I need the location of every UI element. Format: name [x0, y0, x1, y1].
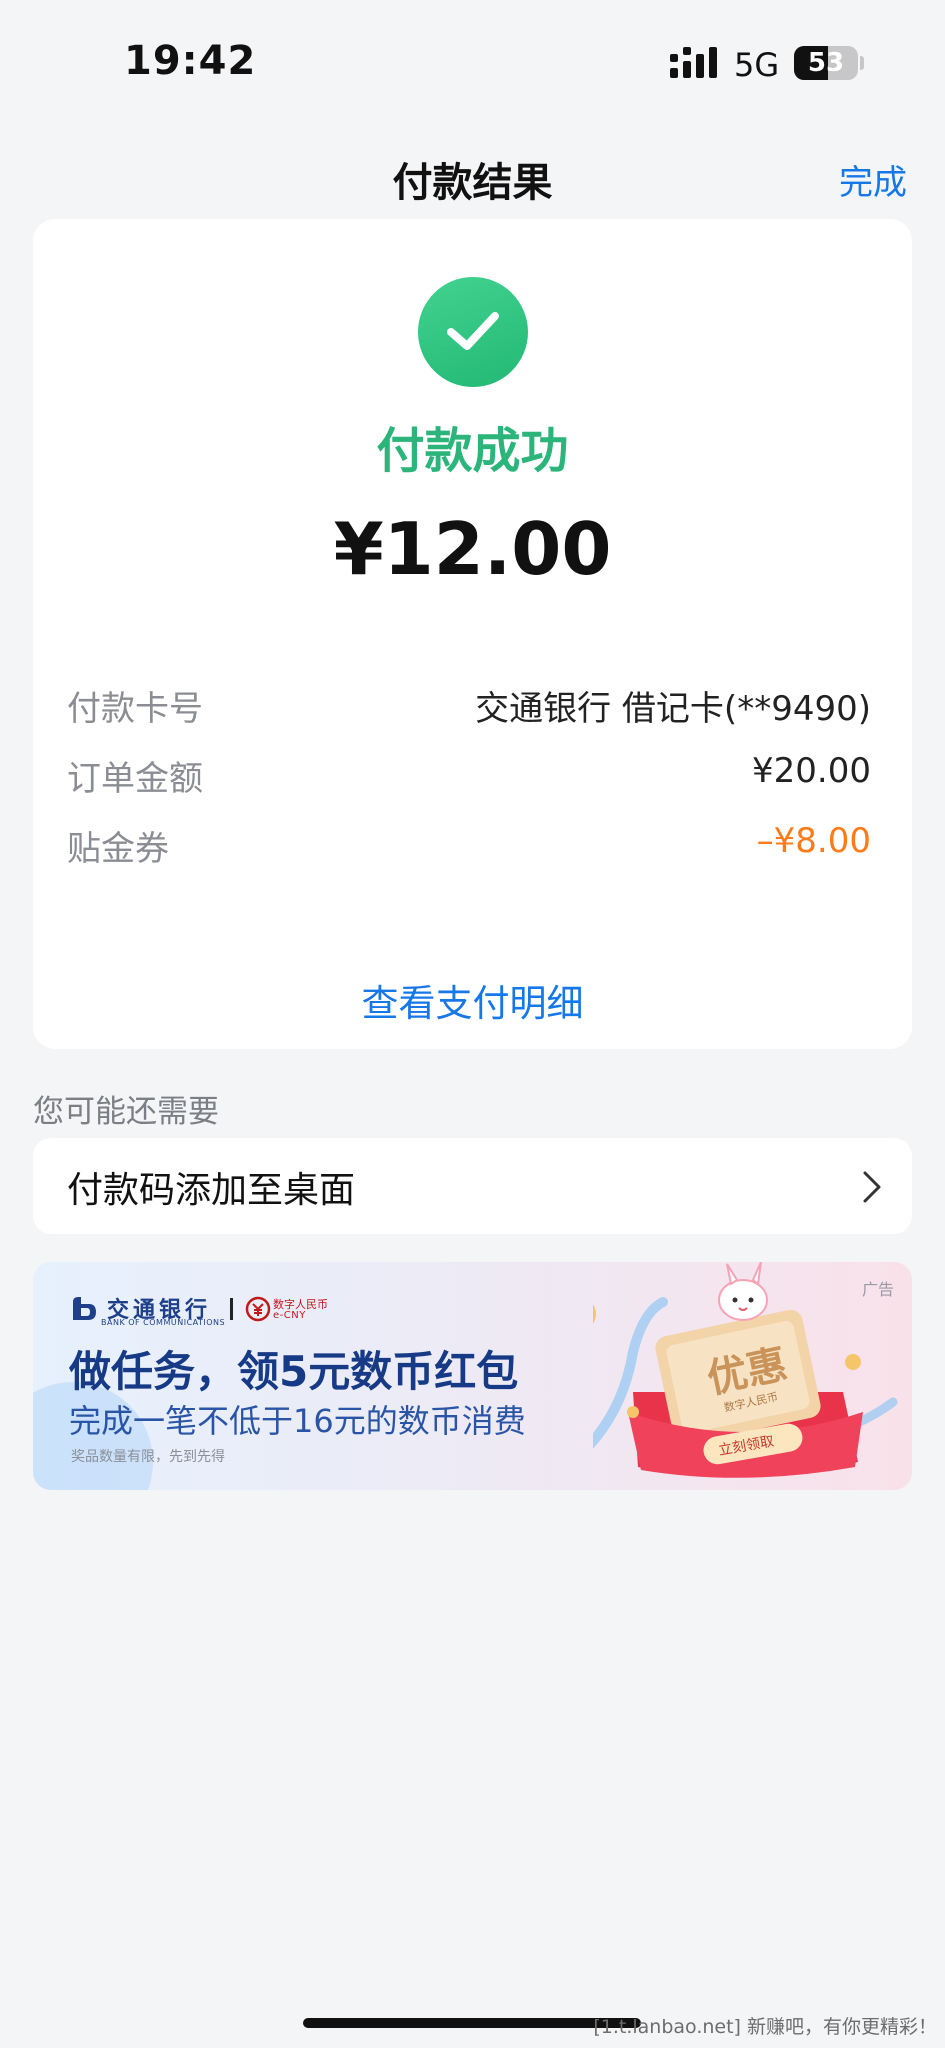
payment-status-text: 付款成功 [376, 423, 569, 479]
payment-result-card: 付款成功 ¥12.00 付款卡号 交通银行 借记卡(**9490) 订单金额 ¥… [33, 219, 912, 1049]
watermark-text: [1.t.lanbao.net] 新赚吧，有你更精彩！ [593, 2016, 937, 2038]
detail-label: 订单金额 [67, 759, 203, 799]
ad-footnote: 奖品数量有限，先到先得 [71, 1449, 225, 1465]
done-button[interactable]: 完成 [839, 155, 907, 204]
bank-name-en: BANK OF COMMUNICATIONS [101, 1318, 226, 1327]
detail-row-coupon: 贴金券 –¥8.00 [67, 821, 871, 871]
detail-value: 交通银行 借记卡(**9490) [475, 689, 871, 729]
payment-amount: ¥12.00 [333, 507, 612, 591]
ad-banner[interactable]: 广告 交通银行 BANK OF COMMUNICATIONS 数字人民币 e-C… [33, 1262, 912, 1490]
detail-value: ¥20.00 [752, 751, 871, 791]
ecny-name-en: e-CNY [273, 1310, 306, 1321]
check-circle-icon [418, 277, 528, 387]
detail-label: 付款卡号 [67, 689, 203, 729]
logo-divider [230, 1298, 233, 1320]
ad-headline: 做任务，领5元数币红包 [69, 1347, 519, 1396]
red-envelope-illustration: 优惠 数字人民币 立刻领取 [593, 1262, 898, 1478]
chevron-right-icon [863, 1171, 881, 1203]
signal-bars-icon [670, 47, 717, 78]
add-to-desktop-button[interactable]: 付款码添加至桌面 [33, 1138, 912, 1234]
battery-icon: 53 [794, 46, 858, 80]
status-bar: 19:42 5G 53 [0, 0, 945, 120]
view-payment-details-link[interactable]: 查看支付明细 [33, 973, 912, 1027]
section-heading: 您可能还需要 [33, 1094, 219, 1130]
battery-cap [860, 56, 864, 70]
check-mark-icon [447, 312, 499, 350]
ecny-logo-icon [245, 1296, 271, 1322]
detail-row-order-amount: 订单金额 ¥20.00 [67, 751, 871, 801]
detail-value-discount: –¥8.00 [756, 821, 871, 861]
detail-row-card-number: 付款卡号 交通银行 借记卡(**9490) [67, 681, 871, 731]
battery-level-text: 53 [807, 48, 845, 78]
status-time: 19:42 [124, 38, 257, 84]
detail-label: 贴金券 [67, 829, 169, 869]
home-indicator[interactable] [303, 2018, 641, 2028]
add-to-desktop-label: 付款码添加至桌面 [67, 1170, 356, 1211]
page-title: 付款结果 [392, 160, 553, 206]
network-type: 5G [734, 46, 780, 84]
ad-subline: 完成一笔不低于16元的数币消费 [69, 1402, 526, 1440]
bank-of-communications-logo-icon [73, 1297, 96, 1320]
